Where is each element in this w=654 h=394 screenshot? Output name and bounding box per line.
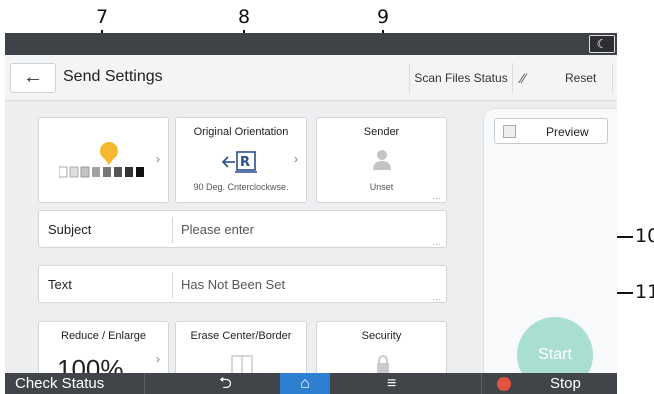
- header: ← Send Settings Scan Files Status ⁄⁄ Res…: [5, 55, 617, 101]
- check-status-button[interactable]: Check Status: [5, 373, 145, 394]
- more-icon: …: [432, 237, 441, 247]
- row-divider: [172, 272, 173, 298]
- chevron-right-icon: ›: [156, 352, 160, 366]
- security-tile[interactable]: Security: [316, 321, 447, 381]
- row-label: Subject: [48, 222, 92, 237]
- preview-toggle[interactable]: Preview: [494, 118, 608, 144]
- text-field[interactable]: Text Has Not Been Set …: [38, 265, 447, 303]
- chevron-right-icon: ›: [294, 152, 298, 166]
- row-value: Has Not Been Set: [181, 277, 286, 292]
- tile-value: 90 Deg. Cnterclockwse.: [193, 182, 289, 192]
- tile-title: Erase Center/Border: [190, 330, 292, 342]
- tile-value: Unset: [369, 182, 394, 192]
- row-value: Please enter: [181, 222, 254, 237]
- chevron-right-icon: ›: [156, 152, 160, 166]
- action-panel: Preview Start: [483, 108, 617, 393]
- preview-label: Preview: [546, 125, 589, 139]
- checkbox-icon: [503, 125, 516, 138]
- callout-8: 8: [238, 6, 251, 28]
- callout-9: 9: [377, 6, 390, 28]
- menu-icon[interactable]: ≡: [387, 373, 396, 394]
- reset-button[interactable]: ⁄⁄ Reset: [513, 63, 613, 93]
- erase-center-border-tile[interactable]: Erase Center/Border: [175, 321, 307, 381]
- back-nav-icon[interactable]: ⮌: [219, 373, 232, 394]
- row-label: Text: [48, 277, 72, 292]
- scan-files-status-button[interactable]: Scan Files Status: [409, 63, 513, 93]
- reset-label: Reset: [565, 71, 597, 85]
- energy-saver-icon[interactable]: ☾: [589, 35, 615, 53]
- density-level-icon: [59, 142, 144, 178]
- rotate-counterclockwise-icon: R: [221, 151, 257, 173]
- back-button[interactable]: ←: [10, 63, 56, 93]
- device-screen: ☾ ← Send Settings Scan Files Status ⁄⁄ R…: [5, 33, 617, 394]
- stop-button[interactable]: Stop: [550, 373, 581, 394]
- tile-title: Security: [361, 330, 402, 342]
- tile-title: Original Orientation: [193, 126, 289, 138]
- stop-icon[interactable]: [497, 377, 511, 391]
- tile-title: Sender: [363, 126, 400, 138]
- reset-icon: ⁄⁄: [521, 70, 526, 86]
- sender-tile[interactable]: Sender Unset …: [316, 117, 447, 203]
- more-icon: …: [432, 191, 441, 201]
- arrow-left-icon: ←: [23, 66, 43, 88]
- page-title: Send Settings: [63, 68, 163, 85]
- bottom-bar: Check Status ⮌ ⌂ ≡ Stop: [5, 373, 617, 394]
- divider: [481, 373, 482, 394]
- person-icon: [373, 150, 391, 170]
- callout-11: 11: [635, 281, 654, 303]
- svg-text:R: R: [240, 155, 250, 170]
- callout-10: 10: [635, 225, 654, 247]
- density-tile[interactable]: ›: [38, 117, 169, 203]
- subject-field[interactable]: Subject Please enter …: [38, 210, 447, 248]
- home-icon[interactable]: ⌂: [280, 373, 330, 394]
- row-divider: [172, 217, 173, 243]
- system-bar: ☾: [5, 33, 617, 55]
- callout-7: 7: [96, 6, 109, 28]
- lock-icon: [377, 355, 389, 373]
- more-icon: …: [432, 292, 441, 302]
- tile-title: Reduce / Enlarge: [61, 330, 146, 342]
- reduce-enlarge-tile[interactable]: Reduce / Enlarge 100% ›: [38, 321, 169, 381]
- original-orientation-tile[interactable]: Original Orientation R › 90 Deg. Cntercl…: [175, 117, 307, 203]
